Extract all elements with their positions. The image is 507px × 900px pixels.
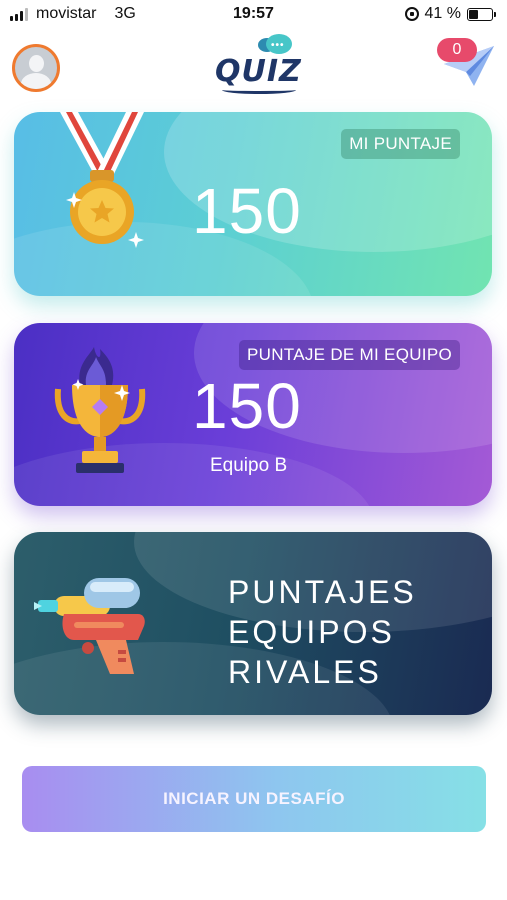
my-score-label: MI PUNTAJE bbox=[341, 129, 460, 159]
orientation-lock-icon bbox=[404, 7, 419, 21]
logo-swoosh bbox=[222, 86, 296, 94]
rival-teams-line2: EQUIPOS bbox=[228, 614, 395, 650]
logo-bubble-dots: ••• bbox=[271, 40, 285, 51]
battery-level-fill bbox=[469, 9, 479, 19]
start-challenge-button[interactable]: INICIAR UN DESAFÍO bbox=[22, 766, 486, 832]
rival-teams-line1: PUNTAJES bbox=[228, 574, 417, 610]
battery-icon bbox=[467, 7, 496, 21]
rival-teams-line3: RIVALES bbox=[228, 654, 382, 690]
avatar-head bbox=[29, 55, 44, 72]
team-name: Equipo B bbox=[210, 455, 288, 476]
battery-percent: 41 % bbox=[424, 5, 461, 22]
team-score-card[interactable]: PUNTAJE DE MI EQUIPO 150 Equipo B bbox=[14, 323, 492, 506]
logo-text: QUIZ bbox=[215, 54, 302, 89]
status-bar: movistar 3G 19:57 41 % bbox=[0, 0, 507, 30]
my-score-card[interactable]: MI PUNTAJE 150 bbox=[14, 112, 492, 296]
status-right: 41 % bbox=[404, 5, 496, 23]
rival-teams-title: PUNTAJES EQUIPOS RIVALES bbox=[228, 572, 417, 692]
team-score-label: PUNTAJE DE MI EQUIPO bbox=[239, 340, 460, 370]
trophy-icon bbox=[54, 347, 146, 473]
team-score-value: 150 bbox=[192, 370, 302, 442]
notification-badge[interactable]: 0 bbox=[437, 38, 477, 62]
medal-icon bbox=[60, 112, 144, 248]
avatar[interactable] bbox=[12, 44, 60, 92]
my-score-value: 150 bbox=[192, 175, 302, 247]
avatar-shoulders bbox=[21, 73, 51, 89]
water-gun-icon bbox=[34, 578, 145, 674]
quiz-logo: ••• QUIZ bbox=[210, 34, 302, 96]
rival-teams-card[interactable]: PUNTAJES EQUIPOS RIVALES bbox=[14, 532, 492, 715]
